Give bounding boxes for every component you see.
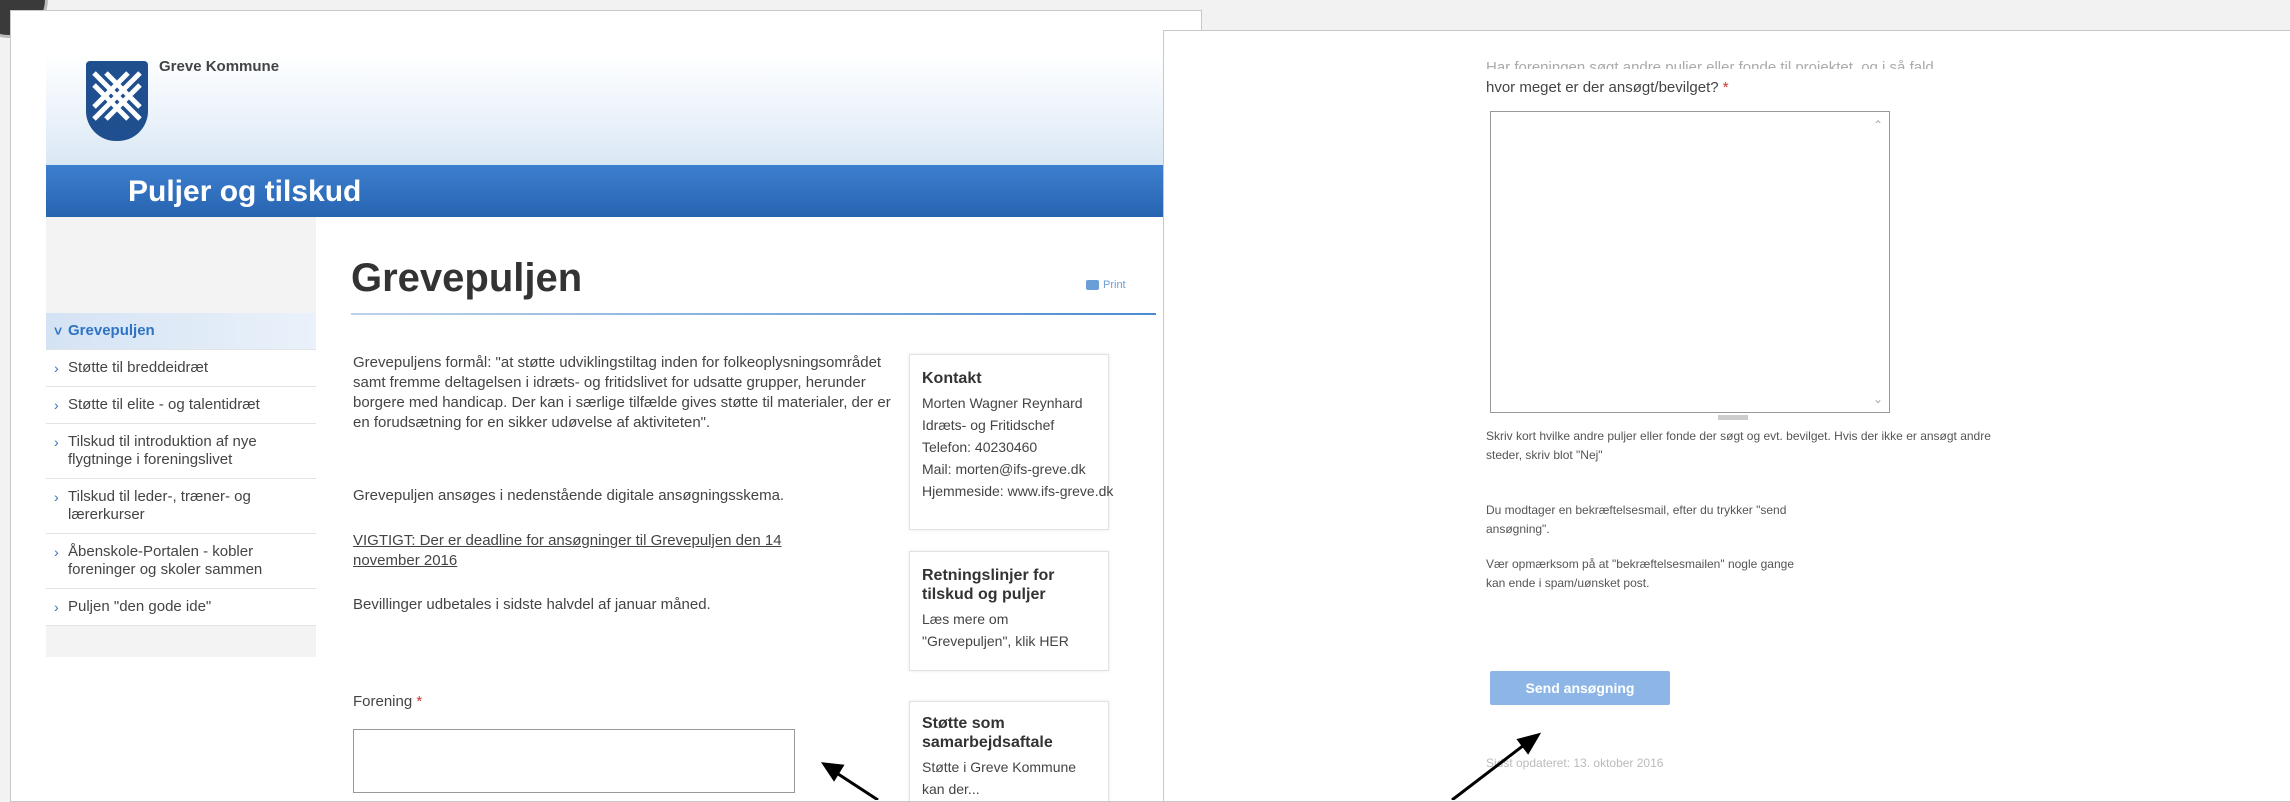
arrow-right	[1451, 740, 1529, 800]
arrow-left-head	[820, 762, 845, 782]
arrow-right-head	[1516, 732, 1542, 755]
annotation-arrows	[820, 732, 1542, 800]
arrow-left	[831, 768, 879, 800]
